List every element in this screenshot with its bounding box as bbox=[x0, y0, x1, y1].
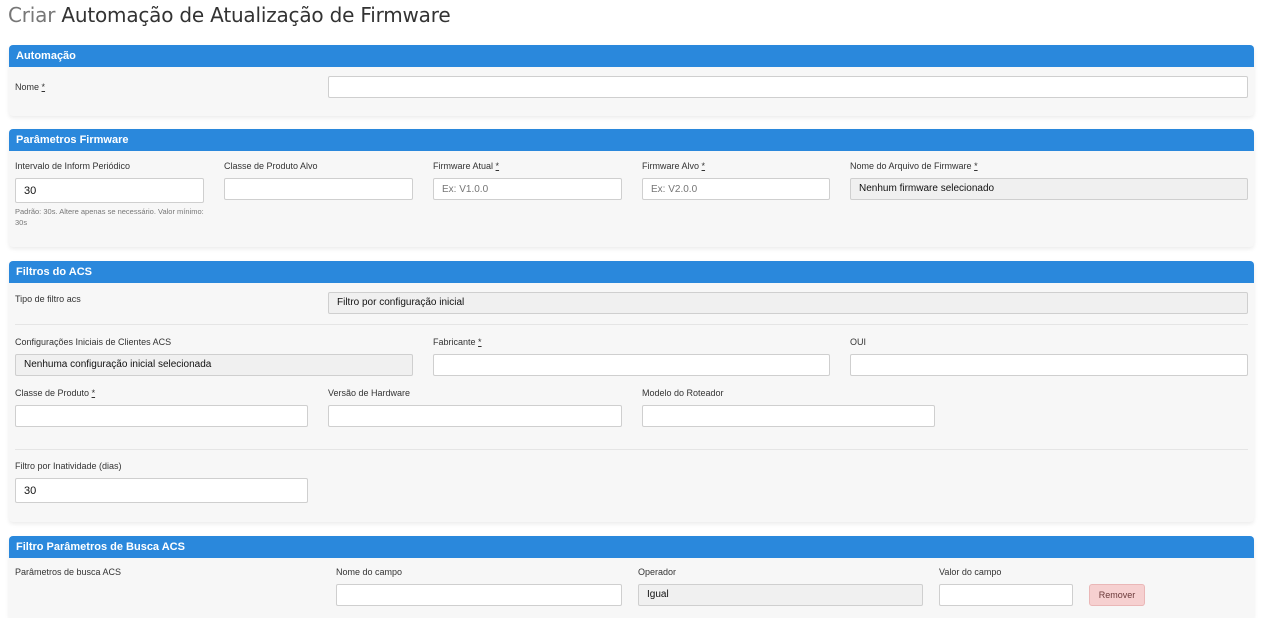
firmware-card: Parâmetros Firmware Intervalo de Inform … bbox=[9, 129, 1254, 247]
versao-hw-label: Versão de Hardware bbox=[328, 388, 411, 398]
automacao-card: Automação Nome * bbox=[9, 45, 1254, 116]
required-mark: * bbox=[41, 82, 46, 92]
fabricante-label: Fabricante * bbox=[433, 337, 482, 347]
fw-alvo-label: Firmware Alvo * bbox=[642, 161, 705, 171]
oui-input[interactable] bbox=[850, 354, 1248, 376]
tipo-filtro-select[interactable]: Filtro por configuração inicial bbox=[328, 292, 1248, 314]
page-title-main: Automação de Atualização de Firmware bbox=[61, 3, 451, 27]
page-title-prefix: Criar bbox=[8, 3, 56, 27]
required-mark: * bbox=[478, 337, 482, 347]
versao-hw-input[interactable] bbox=[328, 405, 622, 427]
tipo-filtro-label: Tipo de filtro acs bbox=[15, 294, 81, 304]
automacao-header: Automação bbox=[9, 45, 1254, 67]
classe-alvo-input[interactable] bbox=[224, 178, 413, 200]
required-mark: * bbox=[974, 161, 978, 171]
classe-alvo-label: Classe de Produto Alvo bbox=[224, 161, 318, 171]
intervalo-label: Intervalo de Inform Periódico bbox=[15, 161, 131, 171]
fw-alvo-label-text: Firmware Alvo bbox=[642, 161, 700, 171]
modelo-input[interactable] bbox=[642, 405, 935, 427]
inatividade-label: Filtro por Inatividade (dias) bbox=[15, 461, 122, 471]
busca-params-label: Parâmetros de busca ACS bbox=[15, 567, 122, 577]
fw-atual-label: Firmware Atual * bbox=[433, 161, 499, 171]
nome-label-text: Nome bbox=[15, 82, 40, 92]
page-title: Criar Automação de Atualização de Firmwa… bbox=[8, 3, 451, 27]
valor-campo-input[interactable] bbox=[939, 584, 1073, 606]
classe-produto-input[interactable] bbox=[15, 405, 308, 427]
divider bbox=[15, 449, 1248, 450]
remove-button[interactable]: Remover bbox=[1089, 584, 1145, 606]
operador-label: Operador bbox=[638, 567, 677, 577]
arquivo-label: Nome do Arquivo de Firmware * bbox=[850, 161, 978, 171]
arquivo-select[interactable]: Nenhum firmware selecionado bbox=[850, 178, 1248, 200]
fabricante-input[interactable] bbox=[433, 354, 830, 376]
required-mark: * bbox=[701, 161, 706, 171]
fabricante-label-text: Fabricante bbox=[433, 337, 476, 347]
valor-campo-label: Valor do campo bbox=[939, 567, 1002, 577]
required-mark: * bbox=[495, 161, 500, 171]
busca-card: Filtro Parâmetros de Busca ACS Parâmetro… bbox=[9, 536, 1254, 618]
modelo-label: Modelo do Roteador bbox=[642, 388, 724, 398]
fw-atual-label-text: Firmware Atual bbox=[433, 161, 494, 171]
arquivo-label-text: Nome do Arquivo de Firmware bbox=[850, 161, 972, 171]
operador-select[interactable]: Igual bbox=[638, 584, 923, 606]
firmware-header: Parâmetros Firmware bbox=[9, 129, 1254, 151]
divider bbox=[15, 324, 1248, 325]
fw-alvo-input[interactable] bbox=[642, 178, 830, 200]
inatividade-input[interactable] bbox=[15, 478, 308, 503]
busca-header: Filtro Parâmetros de Busca ACS bbox=[9, 536, 1254, 558]
classe-produto-label-text: Classe de Produto bbox=[15, 388, 90, 398]
intervalo-hint: Padrão: 30s. Altere apenas se necessário… bbox=[15, 207, 204, 227]
config-select[interactable]: Nenhuma configuração inicial selecionada bbox=[15, 354, 413, 376]
classe-produto-label: Classe de Produto * bbox=[15, 388, 95, 398]
filtros-card: Filtros do ACS Tipo de filtro acs Filtro… bbox=[9, 261, 1254, 522]
nome-campo-label: Nome do campo bbox=[336, 567, 403, 577]
intervalo-input[interactable] bbox=[15, 178, 204, 203]
nome-label: Nome * bbox=[15, 82, 45, 92]
filtros-header: Filtros do ACS bbox=[9, 261, 1254, 283]
config-label: Configurações Iniciais de Clientes ACS bbox=[15, 337, 172, 347]
nome-campo-input[interactable] bbox=[336, 584, 622, 606]
fw-atual-input[interactable] bbox=[433, 178, 622, 200]
required-mark: * bbox=[91, 388, 96, 398]
oui-label: OUI bbox=[850, 337, 867, 347]
nome-input[interactable] bbox=[328, 76, 1248, 98]
